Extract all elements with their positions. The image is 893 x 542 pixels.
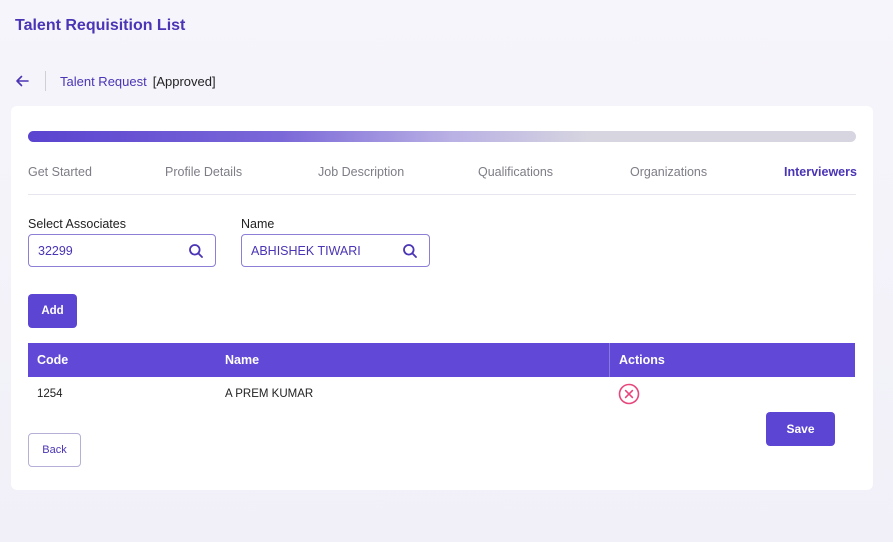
table-header: Code Name Actions (28, 343, 855, 377)
row-actions (609, 383, 855, 405)
associates-field[interactable]: 32299 (28, 234, 216, 267)
name-field[interactable]: ABHISHEK TIWARI (241, 234, 430, 267)
row-code: 1254 (37, 387, 63, 400)
step-interviewers[interactable]: Interviewers (784, 165, 857, 179)
step-organizations[interactable]: Organizations (630, 165, 707, 179)
arrow-left-icon[interactable] (15, 73, 31, 89)
name-value[interactable]: ABHISHEK TIWARI (251, 244, 402, 258)
row-name: A PREM KUMAR (225, 387, 314, 400)
step-get-started[interactable]: Get Started (28, 165, 92, 179)
divider (45, 71, 46, 91)
column-header-name: Name (225, 353, 260, 367)
name-label: Name (241, 217, 275, 231)
step-profile-details[interactable]: Profile Details (165, 165, 242, 179)
stepper: Get Started Profile Details Job Descript… (28, 163, 857, 195)
step-job-description[interactable]: Job Description (318, 165, 404, 179)
status-badge: [Approved] (152, 73, 216, 89)
associates-label: Select Associates (28, 217, 126, 231)
associates-value[interactable]: 32299 (38, 244, 188, 258)
back-button[interactable]: Back (28, 433, 81, 467)
progress-fill (28, 131, 592, 142)
interviewers-card: Get Started Profile Details Job Descript… (11, 106, 873, 490)
page-title: Talent Requisition List (15, 17, 186, 34)
search-icon[interactable] (402, 243, 418, 259)
progress-bar (28, 131, 856, 142)
close-circle-icon[interactable] (618, 383, 640, 405)
step-qualifications[interactable]: Qualifications (478, 165, 553, 179)
column-header-code: Code (37, 353, 69, 367)
interviewers-table: Code Name Actions 1254 A PREM KUMAR (28, 343, 855, 410)
breadcrumb: Talent Request [Approved] (15, 71, 216, 91)
search-icon[interactable] (188, 243, 204, 259)
save-button[interactable]: Save (766, 412, 835, 446)
talent-request-link[interactable]: Talent Request (60, 74, 147, 89)
table-row: 1254 A PREM KUMAR (28, 377, 855, 410)
column-header-actions: Actions (609, 343, 855, 377)
add-button[interactable]: Add (28, 294, 77, 328)
